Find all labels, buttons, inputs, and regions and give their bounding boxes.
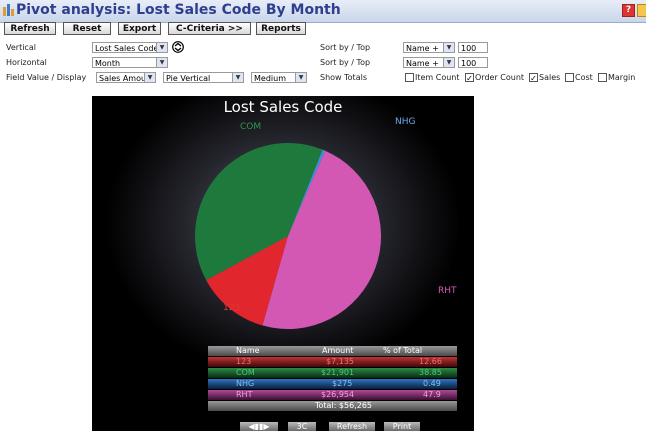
export-button[interactable]: Export	[118, 22, 161, 35]
help-icon[interactable]: ?	[622, 4, 635, 17]
cost-label: Cost	[575, 73, 593, 82]
vertical-select[interactable]: Lost Sales Code ▼	[92, 42, 168, 53]
chevron-down-icon: ▼	[443, 58, 454, 67]
table-header-percent: % of Total	[383, 346, 423, 355]
criteria-button[interactable]: C-Criteria >>	[168, 22, 251, 35]
chevron-down-icon: ▼	[443, 43, 454, 52]
item-count-label: Item Count	[415, 73, 460, 82]
chevron-down-icon: ▼	[144, 73, 155, 82]
table-header: Name Amount % of Total	[208, 346, 457, 356]
vertical-select-value: Lost Sales Code	[95, 44, 159, 53]
table-cell-amount: $21,901	[321, 368, 355, 377]
sort-select-1-value: Name +	[406, 44, 439, 53]
margin-checkbox[interactable]	[598, 73, 607, 82]
top-input-1[interactable]: 100	[458, 42, 488, 53]
table-cell-name: NHG	[236, 379, 255, 388]
table-cell-amount: $7,135	[326, 357, 354, 366]
sort-label-2: Sort by / Top	[320, 58, 371, 67]
chart-type-select-value: Pie Vertical	[166, 74, 211, 83]
order-count-checkbox[interactable]: ✓	[465, 73, 474, 83]
chart-type-select[interactable]: Pie Vertical ▼	[163, 72, 244, 83]
table-row: COM $21,901 38.85	[208, 368, 457, 378]
field-value-select[interactable]: Sales Amount ▼	[96, 72, 156, 83]
chevron-down-icon: ▼	[156, 43, 167, 52]
table-cell-name: COM	[236, 368, 255, 377]
horizontal-label: Horizontal	[6, 58, 47, 67]
table-row: RHT $26,954 47.9	[208, 390, 457, 400]
table-cell-percent: 38.85	[419, 368, 442, 377]
table-total-row: Total: $56,265	[208, 401, 457, 411]
table-header-name: Name	[236, 346, 260, 355]
table-total: Total: $56,265	[315, 401, 373, 410]
refresh-button[interactable]: Refresh	[4, 22, 56, 35]
sort-select-1[interactable]: Name + ▼	[403, 42, 455, 53]
table-cell-name: RHT	[236, 390, 253, 399]
slice-label-rht: RHT	[438, 286, 457, 296]
horizontal-select[interactable]: Month ▼	[92, 57, 168, 68]
table-cell-percent: 47.9	[423, 390, 441, 399]
3d-toggle-button[interactable]: 3C	[288, 422, 316, 431]
chevron-down-icon: ▼	[156, 58, 167, 67]
cost-checkbox[interactable]	[565, 73, 574, 82]
show-totals-label: Show Totals	[320, 73, 367, 82]
print-button[interactable]: Print	[384, 422, 420, 431]
slice-label-com: COM	[240, 122, 262, 132]
playback-control-button[interactable]: ◀▮▮▶	[240, 422, 278, 431]
sales-checkbox[interactable]: ✓	[529, 73, 538, 83]
table-row: NHG $275 0.49	[208, 379, 457, 389]
sort-select-2-value: Name +	[406, 59, 439, 68]
top-input-2[interactable]: 100	[458, 57, 488, 68]
vertical-label: Vertical	[6, 43, 36, 52]
size-select[interactable]: Medium ▼	[251, 72, 307, 83]
table-cell-name: 123	[236, 357, 252, 366]
page-title: Pivot analysis: Lost Sales Code By Month	[16, 2, 341, 18]
item-count-checkbox[interactable]	[405, 73, 414, 82]
slice-label-123: 123	[223, 303, 241, 313]
chart-refresh-button[interactable]: Refresh	[329, 422, 375, 431]
chevron-down-icon: ▼	[232, 73, 243, 82]
swap-icon[interactable]	[172, 41, 184, 53]
order-count-label: Order Count	[475, 73, 525, 82]
horizontal-select-value: Month	[95, 59, 121, 68]
table-cell-amount: $275	[332, 379, 353, 388]
table-cell-percent: 0.49	[423, 379, 441, 388]
table-row: 123 $7,135 12.66	[208, 357, 457, 367]
pivot-app-icon	[3, 4, 14, 16]
margin-label: Margin	[608, 73, 636, 82]
table-cell-amount: $26,954	[321, 390, 355, 399]
slice-label-nhg: NHG	[395, 117, 416, 127]
field-value-label: Field Value / Display	[6, 73, 87, 82]
title-bar: Pivot analysis: Lost Sales Code By Month…	[0, 0, 646, 23]
table-header-amount: Amount	[322, 346, 354, 355]
reset-button[interactable]: Reset	[63, 22, 111, 35]
sales-label: Sales	[539, 73, 561, 82]
sort-select-2[interactable]: Name + ▼	[403, 57, 455, 68]
sort-label-1: Sort by / Top	[320, 43, 371, 52]
table-cell-percent: 12.66	[419, 357, 442, 366]
chart-panel: Lost Sales Code COM NHG RHT 123 Name Amo…	[92, 96, 474, 431]
chevron-down-icon: ▼	[295, 73, 306, 82]
reports-button[interactable]: Reports	[256, 22, 306, 35]
folder-icon[interactable]	[637, 4, 646, 17]
size-select-value: Medium	[254, 74, 286, 83]
